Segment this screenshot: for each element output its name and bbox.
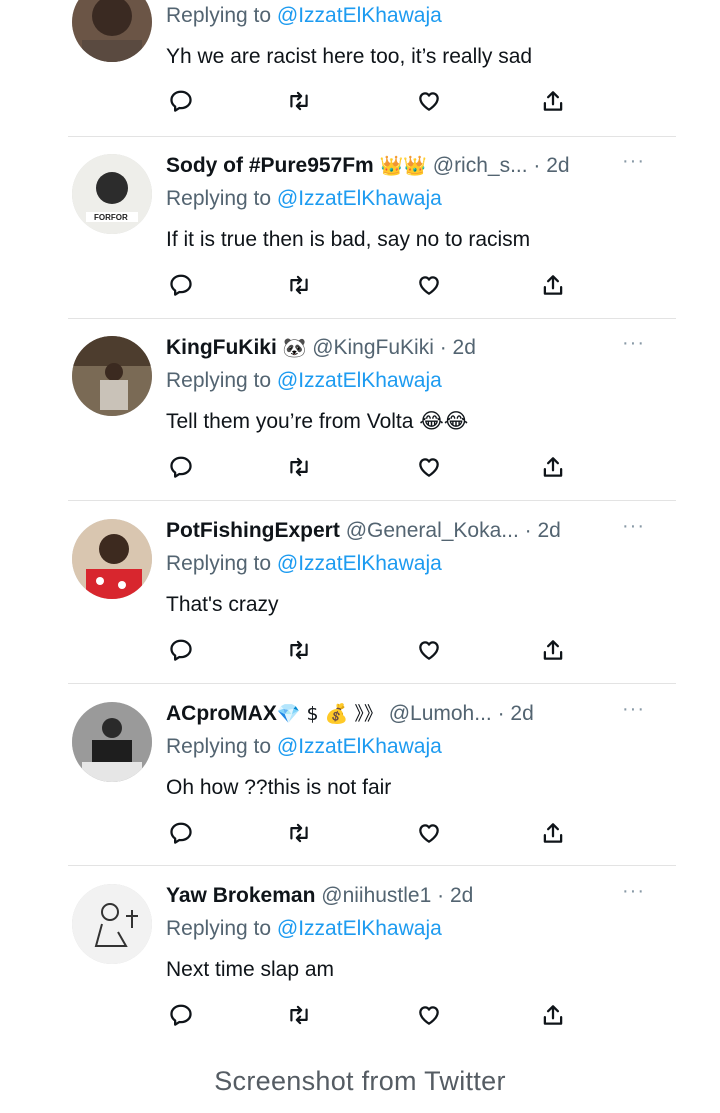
- tweet-item[interactable]: ACproMAX💎 $ 💰 》》 @Lumoh... · 2d ··· Repl…: [0, 696, 720, 878]
- avatar[interactable]: [72, 884, 152, 964]
- avatar[interactable]: FORFOR: [72, 154, 152, 234]
- reply-icon[interactable]: [166, 818, 196, 848]
- share-icon[interactable]: [538, 86, 568, 116]
- tweet-text: If it is true then is bad, say no to rac…: [166, 228, 531, 251]
- retweet-icon[interactable]: [284, 635, 314, 665]
- reply-to-link[interactable]: @IzzatElKhawaja: [277, 917, 442, 940]
- divider: [68, 683, 676, 684]
- handle-and-time[interactable]: @rich_s... · 2d: [433, 154, 570, 177]
- tweet-actions: [0, 452, 720, 482]
- avatar[interactable]: [72, 519, 152, 599]
- share-icon[interactable]: [538, 270, 568, 300]
- reply-to-link[interactable]: @IzzatElKhawaja: [277, 187, 442, 210]
- more-icon[interactable]: ···: [622, 698, 645, 721]
- share-icon[interactable]: [538, 1000, 568, 1030]
- display-name[interactable]: KingFuKiki: [166, 336, 277, 359]
- tweet-actions: [0, 1000, 720, 1030]
- tweet-text: Oh how ??this is not fair: [166, 776, 392, 799]
- reply-to-link[interactable]: @IzzatElKhawaja: [277, 369, 442, 392]
- more-icon[interactable]: ···: [622, 880, 645, 903]
- replying-to: Replying to @IzzatElKhawaja: [166, 4, 442, 27]
- tweet-header: ACproMAX💎 $ 💰 》》 @Lumoh... · 2d: [166, 700, 534, 728]
- reply-icon[interactable]: [166, 635, 196, 665]
- divider: [68, 318, 676, 319]
- tweet-item[interactable]: KingFuKiki 🐼 @KingFuKiki · 2d ··· Replyi…: [0, 330, 720, 512]
- replying-to: Replying to @IzzatElKhawaja: [166, 187, 442, 210]
- display-name[interactable]: Sody of #Pure957Fm: [166, 154, 374, 177]
- retweet-icon[interactable]: [284, 86, 314, 116]
- tweet-actions: [0, 818, 720, 848]
- tweet-text: Next time slap am: [166, 958, 335, 981]
- tweet-header: Sody of #Pure957Fm 👑👑 @rich_s... · 2d: [166, 152, 570, 180]
- reply-to-link[interactable]: @IzzatElKhawaja: [277, 735, 442, 758]
- handle-and-time[interactable]: @niihustle1 · 2d: [321, 884, 473, 907]
- divider: [68, 500, 676, 501]
- reply-icon[interactable]: [166, 452, 196, 482]
- heart-icon[interactable]: [414, 1000, 444, 1030]
- tweet-actions: [0, 270, 720, 300]
- image-caption: Screenshot from Twitter: [214, 1066, 506, 1096]
- tweet-text: Yh we are racist here too, it’s really s…: [166, 45, 533, 68]
- retweet-icon[interactable]: [284, 270, 314, 300]
- reply-icon[interactable]: [166, 1000, 196, 1030]
- retweet-icon[interactable]: [284, 818, 314, 848]
- display-name[interactable]: ACproMAX: [166, 702, 277, 725]
- handle-and-time[interactable]: @KingFuKiki · 2d: [312, 336, 476, 359]
- replying-to: Replying to @IzzatElKhawaja: [166, 917, 442, 940]
- handle-and-time[interactable]: @Lumoh... · 2d: [389, 702, 534, 725]
- more-icon[interactable]: ···: [622, 332, 645, 355]
- name-emoji: 🐼: [282, 337, 307, 359]
- replying-to: Replying to @IzzatElKhawaja: [166, 369, 442, 392]
- tweet-header: PotFishingExpert @General_Koka... · 2d: [166, 517, 561, 545]
- name-emoji: 💎 $ 💰 》》: [276, 703, 383, 725]
- display-name[interactable]: Yaw Brokeman: [166, 884, 315, 907]
- heart-icon[interactable]: [414, 270, 444, 300]
- avatar[interactable]: [72, 336, 152, 416]
- tweet-header: Yaw Brokeman @niihustle1 · 2d: [166, 882, 473, 910]
- handle-and-time[interactable]: @General_Koka... · 2d: [346, 519, 561, 542]
- tweet-actions: [0, 635, 720, 665]
- avatar[interactable]: [72, 702, 152, 782]
- reply-icon[interactable]: [166, 86, 196, 116]
- reply-to-link[interactable]: @IzzatElKhawaja: [277, 4, 442, 27]
- share-icon[interactable]: [538, 452, 568, 482]
- tweet-item[interactable]: Replying to @IzzatElKhawaja Yh we are ra…: [0, 0, 720, 164]
- name-emoji: 👑👑: [379, 155, 427, 177]
- replying-to: Replying to @IzzatElKhawaja: [166, 735, 442, 758]
- retweet-icon[interactable]: [284, 1000, 314, 1030]
- heart-icon[interactable]: [414, 452, 444, 482]
- reply-to-link[interactable]: @IzzatElKhawaja: [277, 552, 442, 575]
- replying-to: Replying to @IzzatElKhawaja: [166, 552, 442, 575]
- tweet-item[interactable]: Yaw Brokeman @niihustle1 · 2d ··· Replyi…: [0, 878, 720, 1060]
- divider: [68, 865, 676, 866]
- divider: [68, 136, 676, 137]
- retweet-icon[interactable]: [284, 452, 314, 482]
- avatar[interactable]: [72, 0, 152, 62]
- more-icon[interactable]: ···: [622, 150, 645, 173]
- tweet-item[interactable]: FORFOR Sody of #Pure957Fm 👑👑 @rich_s... …: [0, 148, 720, 330]
- share-icon[interactable]: [538, 635, 568, 665]
- tweet-header: KingFuKiki 🐼 @KingFuKiki · 2d: [166, 334, 476, 362]
- heart-icon[interactable]: [414, 635, 444, 665]
- display-name[interactable]: PotFishingExpert: [166, 519, 340, 542]
- svg-text:FORFOR: FORFOR: [94, 213, 128, 222]
- reply-icon[interactable]: [166, 270, 196, 300]
- share-icon[interactable]: [538, 818, 568, 848]
- tweet-actions: [0, 86, 720, 116]
- tweet-item[interactable]: PotFishingExpert @General_Koka... · 2d ·…: [0, 513, 720, 695]
- tweet-text: That's crazy: [166, 593, 279, 616]
- heart-icon[interactable]: [414, 86, 444, 116]
- tweet-text: Tell them you’re from Volta 😂😂: [166, 410, 469, 433]
- heart-icon[interactable]: [414, 818, 444, 848]
- more-icon[interactable]: ···: [622, 515, 645, 538]
